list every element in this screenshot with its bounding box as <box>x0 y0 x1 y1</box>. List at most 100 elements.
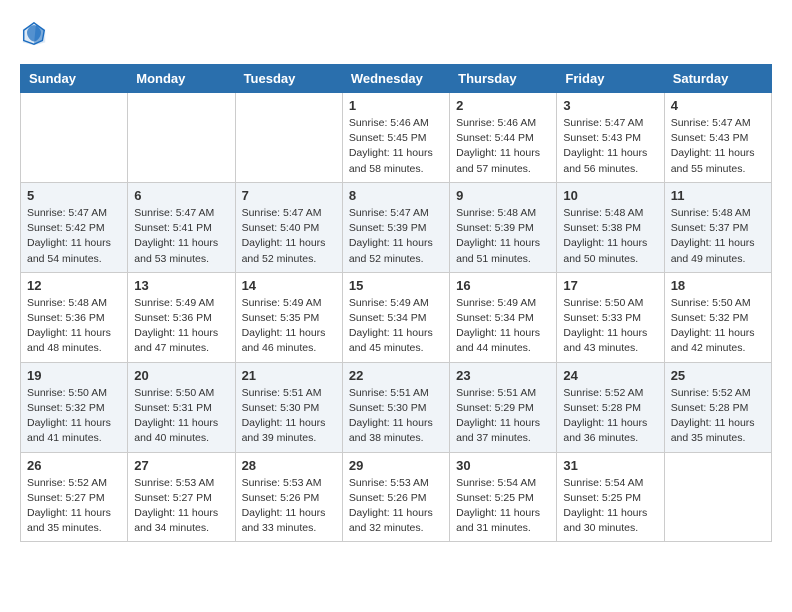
day-number: 16 <box>456 278 550 293</box>
weekday-header: Wednesday <box>342 65 449 93</box>
day-number: 6 <box>134 188 228 203</box>
calendar-cell: 25 Sunrise: 5:52 AM Sunset: 5:28 PM Dayli… <box>664 362 771 452</box>
calendar-cell: 3 Sunrise: 5:47 AM Sunset: 5:43 PM Daylig… <box>557 93 664 183</box>
calendar-cell: 24 Sunrise: 5:52 AM Sunset: 5:28 PM Dayli… <box>557 362 664 452</box>
day-info: Sunrise: 5:52 AM Sunset: 5:28 PM Dayligh… <box>671 386 765 447</box>
day-number: 22 <box>349 368 443 383</box>
day-number: 25 <box>671 368 765 383</box>
day-number: 4 <box>671 98 765 113</box>
calendar-week-row: 19Sunrise: 5:50 AM Sunset: 5:32 PM Dayli… <box>21 362 772 452</box>
day-info: Sunrise: 5:54 AM Sunset: 5:25 PM Dayligh… <box>563 476 657 537</box>
day-info: Sunrise: 5:53 AM Sunset: 5:26 PM Dayligh… <box>349 476 443 537</box>
calendar-cell: 14 Sunrise: 5:49 AM Sunset: 5:35 PM Dayli… <box>235 272 342 362</box>
day-info: Sunrise: 5:51 AM Sunset: 5:29 PM Dayligh… <box>456 386 550 447</box>
calendar-cell: 28 Sunrise: 5:53 AM Sunset: 5:26 PM Dayli… <box>235 452 342 542</box>
day-number: 13 <box>134 278 228 293</box>
day-info: Sunrise: 5:52 AM Sunset: 5:27 PM Dayligh… <box>27 476 121 537</box>
weekday-header: Sunday <box>21 65 128 93</box>
calendar-cell: 20Sunrise: 5:50 AM Sunset: 5:31 PM Dayli… <box>128 362 235 452</box>
calendar-cell: 7 Sunrise: 5:47 AM Sunset: 5:40 PM Daylig… <box>235 182 342 272</box>
calendar-cell: 23Sunrise: 5:51 AM Sunset: 5:29 PM Dayli… <box>450 362 557 452</box>
calendar-cell: 5 Sunrise: 5:47 AM Sunset: 5:42 PM Daylig… <box>21 182 128 272</box>
calendar-cell: 10Sunrise: 5:48 AM Sunset: 5:38 PM Dayli… <box>557 182 664 272</box>
calendar-cell: 15 Sunrise: 5:49 AM Sunset: 5:34 PM Dayli… <box>342 272 449 362</box>
day-number: 24 <box>563 368 657 383</box>
day-number: 27 <box>134 458 228 473</box>
day-info: Sunrise: 5:47 AM Sunset: 5:41 PM Dayligh… <box>134 206 228 267</box>
day-info: Sunrise: 5:53 AM Sunset: 5:27 PM Dayligh… <box>134 476 228 537</box>
day-info: Sunrise: 5:48 AM Sunset: 5:39 PM Dayligh… <box>456 206 550 267</box>
day-info: Sunrise: 5:53 AM Sunset: 5:26 PM Dayligh… <box>242 476 336 537</box>
day-number: 8 <box>349 188 443 203</box>
day-info: Sunrise: 5:50 AM Sunset: 5:32 PM Dayligh… <box>671 296 765 357</box>
day-number: 14 <box>242 278 336 293</box>
weekday-header: Saturday <box>664 65 771 93</box>
day-info: Sunrise: 5:52 AM Sunset: 5:28 PM Dayligh… <box>563 386 657 447</box>
day-info: Sunrise: 5:46 AM Sunset: 5:45 PM Dayligh… <box>349 116 443 177</box>
day-info: Sunrise: 5:49 AM Sunset: 5:35 PM Dayligh… <box>242 296 336 357</box>
calendar-cell: 30 Sunrise: 5:54 AM Sunset: 5:25 PM Dayli… <box>450 452 557 542</box>
day-number: 5 <box>27 188 121 203</box>
day-number: 31 <box>563 458 657 473</box>
calendar-cell: 8 Sunrise: 5:47 AM Sunset: 5:39 PM Daylig… <box>342 182 449 272</box>
day-info: Sunrise: 5:51 AM Sunset: 5:30 PM Dayligh… <box>242 386 336 447</box>
day-info: Sunrise: 5:47 AM Sunset: 5:43 PM Dayligh… <box>671 116 765 177</box>
weekday-header: Monday <box>128 65 235 93</box>
day-number: 21 <box>242 368 336 383</box>
day-info: Sunrise: 5:51 AM Sunset: 5:30 PM Dayligh… <box>349 386 443 447</box>
calendar-cell: 4 Sunrise: 5:47 AM Sunset: 5:43 PM Daylig… <box>664 93 771 183</box>
page-header <box>20 20 772 48</box>
day-info: Sunrise: 5:48 AM Sunset: 5:36 PM Dayligh… <box>27 296 121 357</box>
logo-icon <box>20 20 48 48</box>
day-info: Sunrise: 5:49 AM Sunset: 5:34 PM Dayligh… <box>456 296 550 357</box>
calendar-cell: 21 Sunrise: 5:51 AM Sunset: 5:30 PM Dayli… <box>235 362 342 452</box>
logo <box>20 20 52 48</box>
calendar-cell: 22 Sunrise: 5:51 AM Sunset: 5:30 PM Dayli… <box>342 362 449 452</box>
day-info: Sunrise: 5:47 AM Sunset: 5:40 PM Dayligh… <box>242 206 336 267</box>
weekday-header: Thursday <box>450 65 557 93</box>
calendar-week-row: 1 Sunrise: 5:46 AM Sunset: 5:45 PM Daylig… <box>21 93 772 183</box>
weekday-header: Tuesday <box>235 65 342 93</box>
weekday-header-row: SundayMondayTuesdayWednesdayThursdayFrid… <box>21 65 772 93</box>
day-number: 3 <box>563 98 657 113</box>
calendar-cell: 9Sunrise: 5:48 AM Sunset: 5:39 PM Daylig… <box>450 182 557 272</box>
day-info: Sunrise: 5:48 AM Sunset: 5:38 PM Dayligh… <box>563 206 657 267</box>
day-number: 2 <box>456 98 550 113</box>
day-number: 19 <box>27 368 121 383</box>
day-number: 29 <box>349 458 443 473</box>
day-info: Sunrise: 5:46 AM Sunset: 5:44 PM Dayligh… <box>456 116 550 177</box>
calendar-table: SundayMondayTuesdayWednesdayThursdayFrid… <box>20 64 772 542</box>
calendar-cell <box>664 452 771 542</box>
day-info: Sunrise: 5:47 AM Sunset: 5:43 PM Dayligh… <box>563 116 657 177</box>
day-info: Sunrise: 5:48 AM Sunset: 5:37 PM Dayligh… <box>671 206 765 267</box>
calendar-cell: 13Sunrise: 5:49 AM Sunset: 5:36 PM Dayli… <box>128 272 235 362</box>
day-number: 26 <box>27 458 121 473</box>
weekday-header: Friday <box>557 65 664 93</box>
calendar-cell: 1 Sunrise: 5:46 AM Sunset: 5:45 PM Daylig… <box>342 93 449 183</box>
day-number: 28 <box>242 458 336 473</box>
day-info: Sunrise: 5:47 AM Sunset: 5:39 PM Dayligh… <box>349 206 443 267</box>
day-info: Sunrise: 5:50 AM Sunset: 5:31 PM Dayligh… <box>134 386 228 447</box>
day-number: 12 <box>27 278 121 293</box>
day-number: 30 <box>456 458 550 473</box>
day-number: 1 <box>349 98 443 113</box>
calendar-cell: 29 Sunrise: 5:53 AM Sunset: 5:26 PM Dayli… <box>342 452 449 542</box>
day-number: 11 <box>671 188 765 203</box>
calendar-cell: 18 Sunrise: 5:50 AM Sunset: 5:32 PM Dayli… <box>664 272 771 362</box>
calendar-cell: 16 Sunrise: 5:49 AM Sunset: 5:34 PM Dayli… <box>450 272 557 362</box>
calendar-week-row: 26 Sunrise: 5:52 AM Sunset: 5:27 PM Dayli… <box>21 452 772 542</box>
day-info: Sunrise: 5:50 AM Sunset: 5:33 PM Dayligh… <box>563 296 657 357</box>
day-number: 17 <box>563 278 657 293</box>
calendar-cell: 12 Sunrise: 5:48 AM Sunset: 5:36 PM Dayli… <box>21 272 128 362</box>
day-info: Sunrise: 5:47 AM Sunset: 5:42 PM Dayligh… <box>27 206 121 267</box>
calendar-cell: 17 Sunrise: 5:50 AM Sunset: 5:33 PM Dayli… <box>557 272 664 362</box>
day-info: Sunrise: 5:49 AM Sunset: 5:34 PM Dayligh… <box>349 296 443 357</box>
day-number: 7 <box>242 188 336 203</box>
calendar-cell <box>21 93 128 183</box>
calendar-cell: 6 Sunrise: 5:47 AM Sunset: 5:41 PM Daylig… <box>128 182 235 272</box>
day-number: 15 <box>349 278 443 293</box>
day-number: 18 <box>671 278 765 293</box>
calendar-cell: 2 Sunrise: 5:46 AM Sunset: 5:44 PM Daylig… <box>450 93 557 183</box>
day-info: Sunrise: 5:54 AM Sunset: 5:25 PM Dayligh… <box>456 476 550 537</box>
calendar-cell: 11 Sunrise: 5:48 AM Sunset: 5:37 PM Dayli… <box>664 182 771 272</box>
